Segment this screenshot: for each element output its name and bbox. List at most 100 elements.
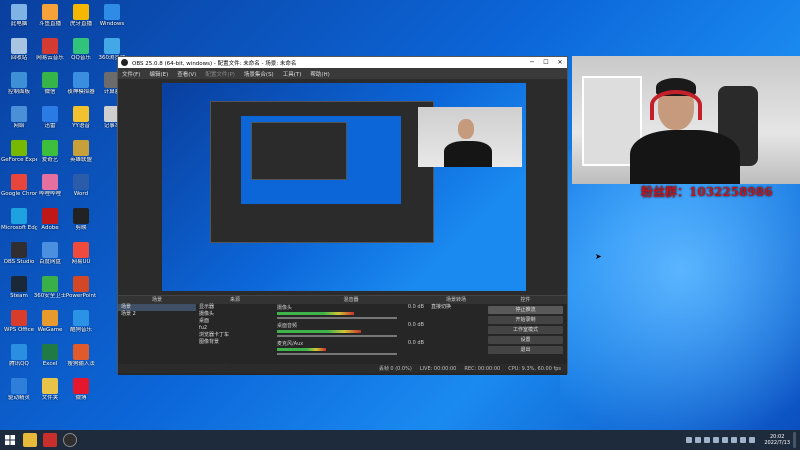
app-icon <box>104 38 120 54</box>
menu-edit[interactable]: 编辑(E) <box>149 70 168 78</box>
app-icon <box>11 174 27 190</box>
settings-button[interactable]: 设置 <box>488 336 563 344</box>
obs-menubar: 文件(F) 编辑(E) 查看(V) 配置文件(P) 场景集合(S) 工具(T) … <box>118 68 567 79</box>
app-icon <box>73 242 89 258</box>
menu-view[interactable]: 查看(V) <box>177 70 196 78</box>
desktop-icon-label: 剪映 <box>75 225 87 231</box>
webcam-overlay <box>572 56 800 184</box>
start-button[interactable] <box>0 430 20 450</box>
desktop-icon[interactable]: 微博 <box>63 378 99 412</box>
clock[interactable]: 20:02 2022/7/13 <box>764 434 790 446</box>
tray-icon[interactable] <box>704 437 711 443</box>
scene-item[interactable]: 场景 2 <box>118 311 196 318</box>
desktop-icon-label: 酷狗音乐 <box>69 327 92 333</box>
app-icon <box>73 344 89 360</box>
status-rec: REC: 00:00:00 <box>464 365 501 372</box>
desktop-icon[interactable]: 剪映 <box>63 208 99 242</box>
app-icon <box>73 208 89 224</box>
desktop-icon[interactable]: 搜狗输入法 <box>63 344 99 378</box>
mixer-track[interactable]: 桌面音频 0.0 dB <box>274 322 428 340</box>
app-icon <box>11 72 27 88</box>
transitions-dock: 场景转场 直接切换 + − ⚙ <box>428 295 484 375</box>
sources-dock: 来源 显示器 摄像头 桌面 fu2 浏览器卡丁车 图像背景 + − ⚙ ∧ ∨ <box>196 295 274 375</box>
obs-taskbar-icon[interactable] <box>63 433 77 447</box>
scene-item[interactable]: 场景 <box>118 304 196 311</box>
app-icon <box>73 174 89 190</box>
obs-logo-icon <box>121 59 128 66</box>
app-icon <box>11 344 27 360</box>
desktop-icon-label: 搜狗输入法 <box>67 361 95 367</box>
studio-mode-button[interactable]: 工作室模式 <box>488 326 563 334</box>
source-item[interactable]: 显示器 <box>196 304 274 311</box>
source-item[interactable]: fu2 <box>196 325 274 332</box>
desktop-icon[interactable]: 酷狗音乐 <box>63 310 99 344</box>
status-dropped: 丢帧 0 (0.0%) <box>378 366 412 372</box>
app-taskbar-icon[interactable] <box>43 433 57 447</box>
volume-meter <box>277 312 354 315</box>
app-icon <box>42 140 58 156</box>
volume-slider[interactable] <box>277 353 397 355</box>
tray-icon[interactable] <box>695 437 702 443</box>
obs-window[interactable]: OBS 25.0.8 (64-bit, windows) - 配置文件: 未命名… <box>117 56 568 375</box>
sources-dock-title: 来源 <box>196 296 274 304</box>
app-icon <box>11 4 27 20</box>
app-icon <box>11 208 27 224</box>
desktop-icon[interactable]: Windows <box>94 4 130 38</box>
desktop-icon-label: 网易UU <box>71 259 91 265</box>
show-desktop-button[interactable] <box>793 432 796 448</box>
transitions-dock-title: 场景转场 <box>428 296 484 304</box>
desktop-icon-label: 微博 <box>75 395 87 401</box>
tray-icon[interactable] <box>713 437 720 443</box>
source-item[interactable]: 桌面 <box>196 318 274 325</box>
desktop-icon[interactable]: PowerPoint <box>63 276 99 310</box>
close-icon[interactable]: ✕ <box>553 57 567 68</box>
app-icon <box>42 106 58 122</box>
desktop-icon[interactable]: Word <box>63 174 99 208</box>
source-item[interactable]: 浏览器卡丁车 <box>196 332 274 339</box>
source-item[interactable]: 摄像头 <box>196 311 274 318</box>
obs-title: OBS 25.0.8 (64-bit, windows) - 配置文件: 未命名… <box>132 60 297 67</box>
menu-scene-collection[interactable]: 场景集合(S) <box>244 70 274 78</box>
controls-dock-title: 控件 <box>484 296 567 304</box>
mixer-track[interactable]: 麦克风/Aux 0.0 dB <box>274 340 428 358</box>
obs-preview[interactable] <box>162 83 526 291</box>
mixer-track[interactable]: 摄像头 0.0 dB <box>274 304 428 322</box>
desktop-icon-label: Windows <box>99 21 125 27</box>
minimize-icon[interactable]: ─ <box>525 57 539 68</box>
menu-file[interactable]: 文件(F) <box>122 70 140 78</box>
stop-streaming-button[interactable]: 停止推流 <box>488 306 563 314</box>
volume-slider[interactable] <box>277 335 397 337</box>
network-icon[interactable] <box>740 437 747 443</box>
tray-icon[interactable] <box>686 437 693 443</box>
transition-select[interactable]: 直接切换 <box>428 304 484 311</box>
start-recording-button[interactable]: 开始录制 <box>488 316 563 324</box>
preview-webcam <box>418 107 522 167</box>
menu-help[interactable]: 帮助(H) <box>310 70 329 78</box>
menu-profile[interactable]: 配置文件(P) <box>205 70 235 78</box>
maximize-icon[interactable]: ☐ <box>539 57 553 68</box>
app-icon <box>42 38 58 54</box>
tray-icon[interactable] <box>731 437 738 443</box>
app-icon <box>11 106 27 122</box>
source-item[interactable]: 图像背景 <box>196 339 274 346</box>
volume-slider[interactable] <box>277 317 397 319</box>
tray-icon[interactable] <box>722 437 729 443</box>
mixer-dock-title: 混音器 <box>274 296 428 304</box>
app-icon <box>73 378 89 394</box>
track-db: 0.0 dB <box>407 322 424 328</box>
app-icon <box>11 310 27 326</box>
app-icon <box>11 38 27 54</box>
menu-tools[interactable]: 工具(T) <box>283 70 302 78</box>
exit-button[interactable]: 退出 <box>488 346 563 354</box>
controls-dock: 控件 停止推流 开始录制 工作室模式 设置 退出 <box>484 295 567 375</box>
obs-titlebar[interactable]: OBS 25.0.8 (64-bit, windows) - 配置文件: 未命名… <box>118 57 567 68</box>
desktop-icon[interactable]: 英雄联盟 <box>63 140 99 174</box>
app-icon <box>73 72 89 88</box>
mixer-dock: 混音器 摄像头 0.0 dB 桌面音频 0.0 dB 麦克风/Aux 0.0 d… <box>274 295 428 375</box>
file-explorer-icon[interactable] <box>23 433 37 447</box>
mouse-cursor-icon: ➤ <box>595 252 602 261</box>
desktop-icon[interactable]: 网易UU <box>63 242 99 276</box>
app-icon <box>42 4 58 20</box>
volume-icon[interactable] <box>749 437 756 443</box>
nested-obs-window-2 <box>251 122 347 180</box>
